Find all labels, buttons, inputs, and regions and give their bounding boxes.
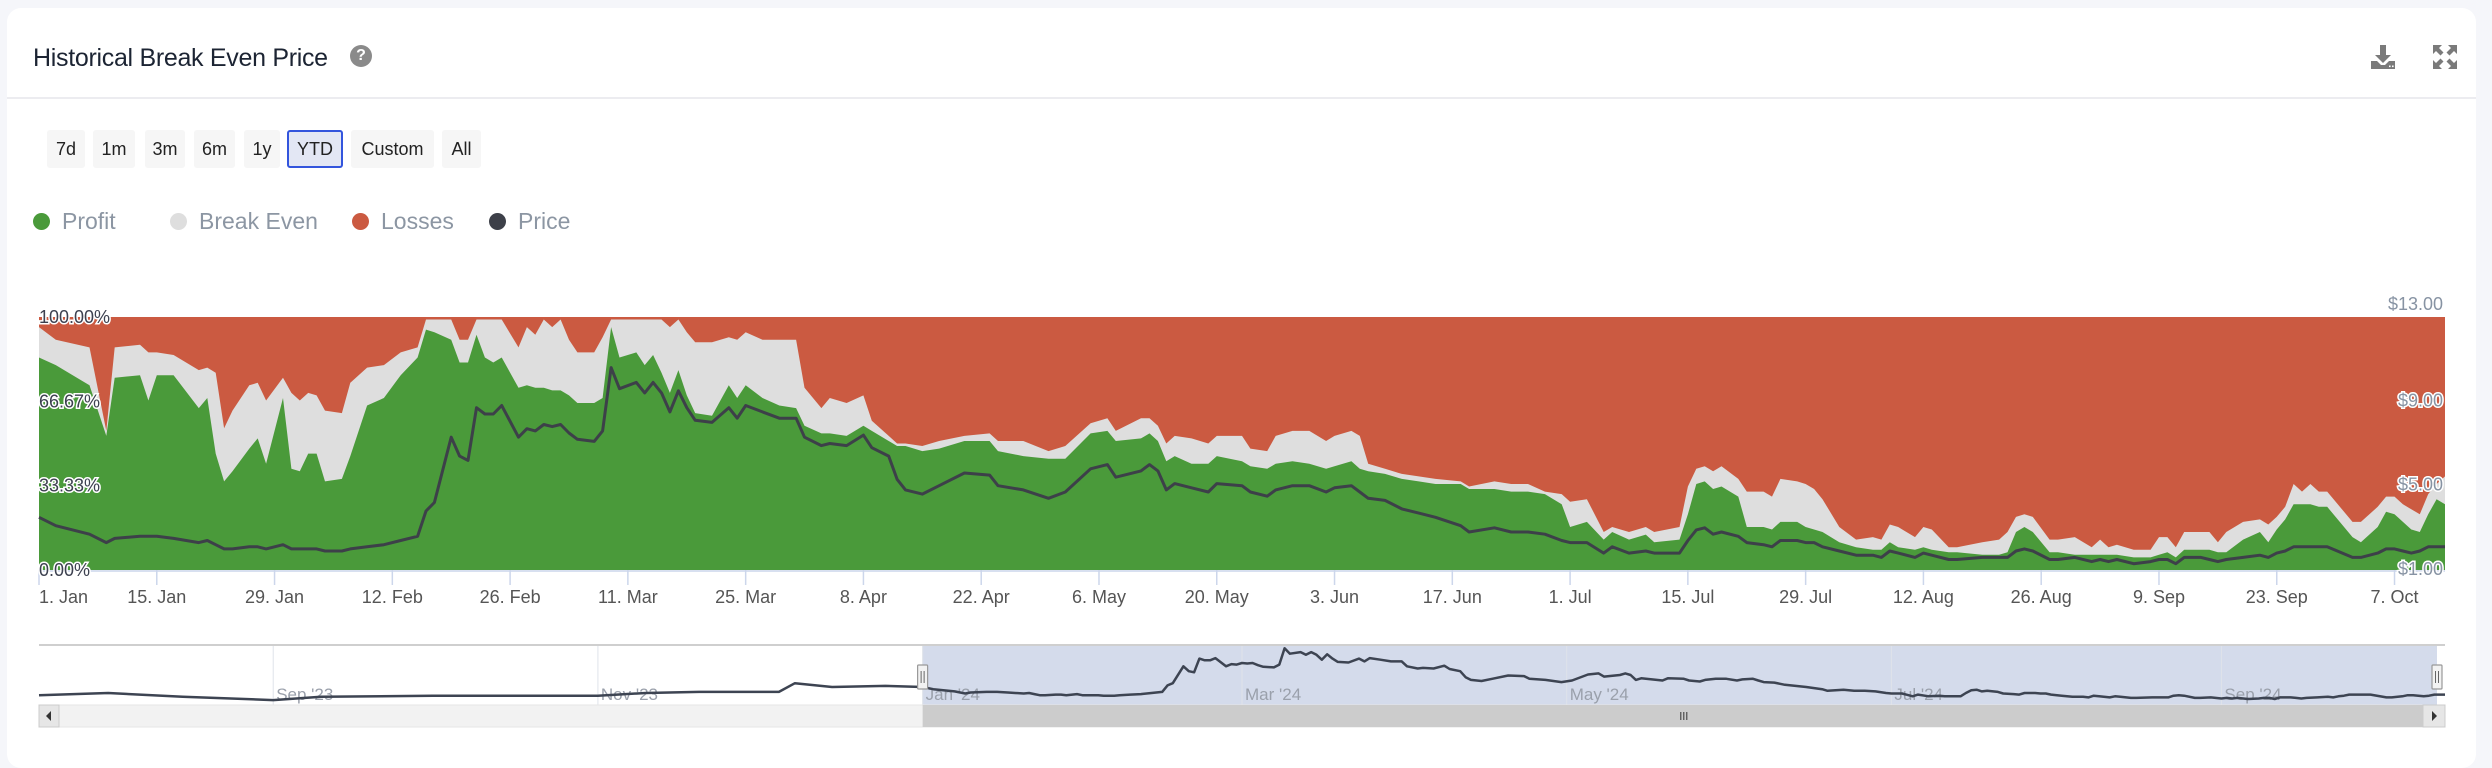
x-tick-label: 1. Jan (39, 587, 88, 607)
y-right-tick-label: $1.00 (2398, 559, 2443, 579)
x-tick-label: 20. May (1185, 587, 1249, 607)
y-right-tick-label: $9.00 (2398, 390, 2443, 410)
x-tick-label: 17. Jun (1423, 587, 1482, 607)
y-right-tick-label: $5.00 (2398, 475, 2443, 495)
x-tick-label: 22. Apr (953, 587, 1010, 607)
x-tick-label: 26. Aug (2011, 587, 2072, 607)
x-tick-label: 15. Jan (127, 587, 186, 607)
navigator-tick-label: May '24 (1570, 685, 1629, 704)
x-tick-label: 7. Oct (2371, 587, 2419, 607)
x-tick-label: 23. Sep (2246, 587, 2308, 607)
handle-body (2431, 664, 2443, 690)
navigator-tick-label: Sep '24 (2224, 685, 2281, 704)
handle-body (917, 664, 929, 690)
x-tick-label: 25. Mar (715, 587, 776, 607)
navigator-tick-label: Sep '23 (276, 685, 333, 704)
y-right-tick-label: $13.00 (2388, 294, 2443, 314)
chart-svg: 1. Jan 15. Jan 29. Jan 12. Feb 26. Feb 11. Ma… (38, 294, 2446, 728)
navigator-tick-label: Jan '24 (926, 685, 980, 704)
x-tick-label: 29. Jul (1779, 587, 1832, 607)
navigator-right-handle[interactable] (2431, 664, 2443, 690)
scrollbar-right-button[interactable] (2422, 704, 2446, 728)
x-tick-label: 3. Jun (1310, 587, 1359, 607)
y-left-tick-label: 100.00% (39, 307, 110, 327)
x-tick-label: 8. Apr (840, 587, 887, 607)
x-tick-label: 9. Sep (2133, 587, 2185, 607)
x-tick-label: 15. Jul (1661, 587, 1714, 607)
x-tick-label: 12. Aug (1893, 587, 1954, 607)
x-tick-label: 6. May (1072, 587, 1126, 607)
x-tick-label: 26. Feb (480, 587, 541, 607)
y-left-tick-label: 0.00% (39, 560, 90, 580)
navigator-tick-label: Mar '24 (1245, 685, 1301, 704)
navigator-selected-range (922, 645, 2438, 705)
x-tick-label: 12. Feb (362, 587, 423, 607)
scrollbar-left-button[interactable] (38, 704, 60, 728)
x-tick-label: 29. Jan (245, 587, 304, 607)
y-left-tick-label: 33.33% (39, 476, 100, 496)
y-left-tick-label: 66.67% (39, 391, 100, 411)
navigator-left-handle[interactable] (917, 664, 929, 690)
x-tick-label: 11. Mar (598, 587, 658, 607)
x-tick-label: 1. Jul (1549, 587, 1592, 607)
